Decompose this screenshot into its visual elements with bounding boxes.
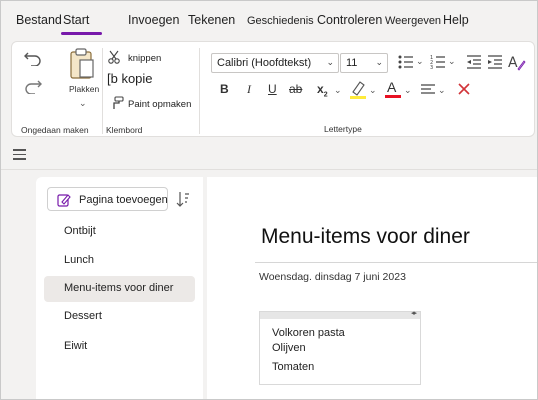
align-dropdown-chevron-icon[interactable]: ⌄ bbox=[438, 85, 446, 96]
ribbon-separator bbox=[102, 48, 103, 134]
font-color-dropdown-chevron-icon[interactable]: ⌄ bbox=[404, 85, 412, 96]
bullets-icon[interactable] bbox=[398, 54, 414, 75]
page-item-label: Dessert bbox=[64, 310, 102, 322]
page-date: Woensdag. dinsdag 7 juni 2023 bbox=[259, 271, 406, 283]
align-icon[interactable] bbox=[420, 83, 436, 102]
note-container[interactable]: ◂▸ Volkoren pasta Olijven Tomaten bbox=[259, 309, 421, 385]
page-canvas[interactable]: Menu-items voor diner Woensdag. dinsdag … bbox=[207, 177, 537, 399]
page-item-label: Eiwit bbox=[64, 340, 88, 352]
undo-group-label: Ongedaan maken bbox=[21, 125, 89, 135]
font-size-dropdown[interactable]: 11 ⌄ bbox=[340, 53, 388, 73]
ribbon: Ongedaan maken Plakken ⌄ knippen [b kopi… bbox=[11, 41, 535, 137]
note-line[interactable]: Volkoren pasta bbox=[272, 327, 345, 339]
scissors-icon bbox=[108, 50, 122, 69]
subscript-button[interactable]: x2 bbox=[317, 82, 328, 98]
italic-button[interactable]: I bbox=[247, 82, 251, 97]
bullets-dropdown-chevron-icon[interactable]: ⌄ bbox=[416, 56, 424, 67]
cut-button[interactable]: knippen bbox=[128, 53, 161, 64]
title-underline bbox=[255, 262, 537, 263]
highlighter-icon[interactable] bbox=[349, 80, 367, 105]
font-color-button[interactable]: A bbox=[384, 79, 402, 99]
paste-icon[interactable] bbox=[69, 48, 95, 85]
chevron-down-icon: ⌄ bbox=[375, 57, 383, 67]
page-item-lunch[interactable]: Lunch bbox=[44, 248, 195, 274]
font-group-label: Lettertype bbox=[324, 124, 362, 134]
page-item-menu-items-voor-diner[interactable]: Menu-items voor diner bbox=[44, 276, 195, 302]
strikethrough-button[interactable]: ab bbox=[289, 82, 302, 96]
svg-text:A: A bbox=[508, 55, 518, 71]
add-page-icon bbox=[57, 193, 71, 212]
subscript-label: x bbox=[317, 82, 324, 96]
font-name-dropdown[interactable]: Calibri (Hoofdtekst) ⌄ bbox=[211, 53, 339, 73]
font-name-value: Calibri (Hoofdtekst) bbox=[217, 57, 312, 69]
styles-icon[interactable]: A bbox=[508, 53, 526, 76]
underline-button[interactable]: U bbox=[268, 82, 277, 96]
active-tab-indicator bbox=[61, 32, 102, 35]
page-list-pane: Pagina toevoegen Ontbijt Lunch Menu-item… bbox=[36, 177, 203, 399]
page-item-ontbijt[interactable]: Ontbijt bbox=[44, 219, 195, 245]
sort-icon[interactable] bbox=[176, 191, 190, 212]
clear-formatting-icon[interactable] bbox=[457, 82, 471, 101]
note-drag-handle[interactable]: ◂▸ bbox=[260, 309, 420, 319]
numbering-icon[interactable]: 123 bbox=[430, 54, 446, 75]
font-color-swatch bbox=[385, 95, 401, 98]
redo-icon[interactable] bbox=[24, 78, 42, 99]
chevron-down-icon: ⌄ bbox=[326, 57, 334, 67]
paste-dropdown-chevron-icon[interactable]: ⌄ bbox=[79, 98, 87, 109]
increase-indent-icon[interactable] bbox=[487, 54, 503, 75]
page-item-label: Menu-items voor diner bbox=[64, 282, 174, 294]
note-line[interactable]: Tomaten bbox=[272, 361, 314, 373]
clipboard-group-label: Klembord bbox=[106, 125, 143, 135]
menu-invoegen[interactable]: Invoegen bbox=[128, 13, 179, 27]
page-title[interactable]: Menu-items voor diner bbox=[261, 225, 470, 249]
add-page-label: Pagina toevoegen bbox=[79, 194, 168, 206]
subscript-dropdown-chevron-icon[interactable]: ⌄ bbox=[334, 85, 342, 96]
note-resize-arrows-icon[interactable]: ◂▸ bbox=[411, 309, 417, 317]
format-painter-icon bbox=[110, 96, 124, 115]
numbering-dropdown-chevron-icon[interactable]: ⌄ bbox=[448, 56, 456, 67]
menu-bar: Bestand Start Invoegen Tekenen Geschiede… bbox=[1, 1, 537, 39]
ribbon-divider bbox=[1, 169, 537, 170]
menu-start[interactable]: Start bbox=[63, 13, 89, 27]
highlight-dropdown-chevron-icon[interactable]: ⌄ bbox=[369, 85, 377, 96]
menu-tekenen[interactable]: Tekenen bbox=[188, 13, 235, 27]
copy-button[interactable]: [b kopie bbox=[107, 71, 153, 86]
decrease-indent-icon[interactable] bbox=[466, 54, 482, 75]
page-item-eiwit[interactable]: Eiwit bbox=[44, 334, 195, 360]
bold-button[interactable]: B bbox=[220, 82, 229, 96]
menu-help[interactable]: Help bbox=[443, 13, 469, 27]
menu-bestand[interactable]: Bestand bbox=[16, 13, 62, 27]
ribbon-separator bbox=[199, 48, 200, 134]
note-line[interactable]: Olijven bbox=[272, 342, 306, 354]
undo-icon[interactable] bbox=[24, 50, 42, 71]
menu-geschiedenis[interactable]: Geschiedenis bbox=[247, 15, 314, 27]
add-page-button[interactable]: Pagina toevoegen bbox=[47, 187, 168, 211]
format-painter-button[interactable]: Paint opmaken bbox=[128, 99, 191, 110]
onenote-window: Bestand Start Invoegen Tekenen Geschiede… bbox=[0, 0, 538, 400]
font-color-label: A bbox=[387, 79, 397, 95]
hamburger-menu-icon[interactable] bbox=[13, 149, 26, 163]
menu-weergeven[interactable]: Weergeven bbox=[385, 15, 441, 27]
page-item-label: Lunch bbox=[64, 254, 94, 266]
paste-label[interactable]: Plakken bbox=[69, 84, 99, 94]
page-item-label: Ontbijt bbox=[64, 225, 96, 237]
menu-controleren[interactable]: Controleren bbox=[317, 13, 382, 27]
svg-text:3: 3 bbox=[430, 65, 433, 70]
page-item-dessert[interactable]: Dessert bbox=[44, 304, 195, 330]
font-size-value: 11 bbox=[346, 57, 358, 69]
subscript-sub: 2 bbox=[323, 91, 328, 99]
